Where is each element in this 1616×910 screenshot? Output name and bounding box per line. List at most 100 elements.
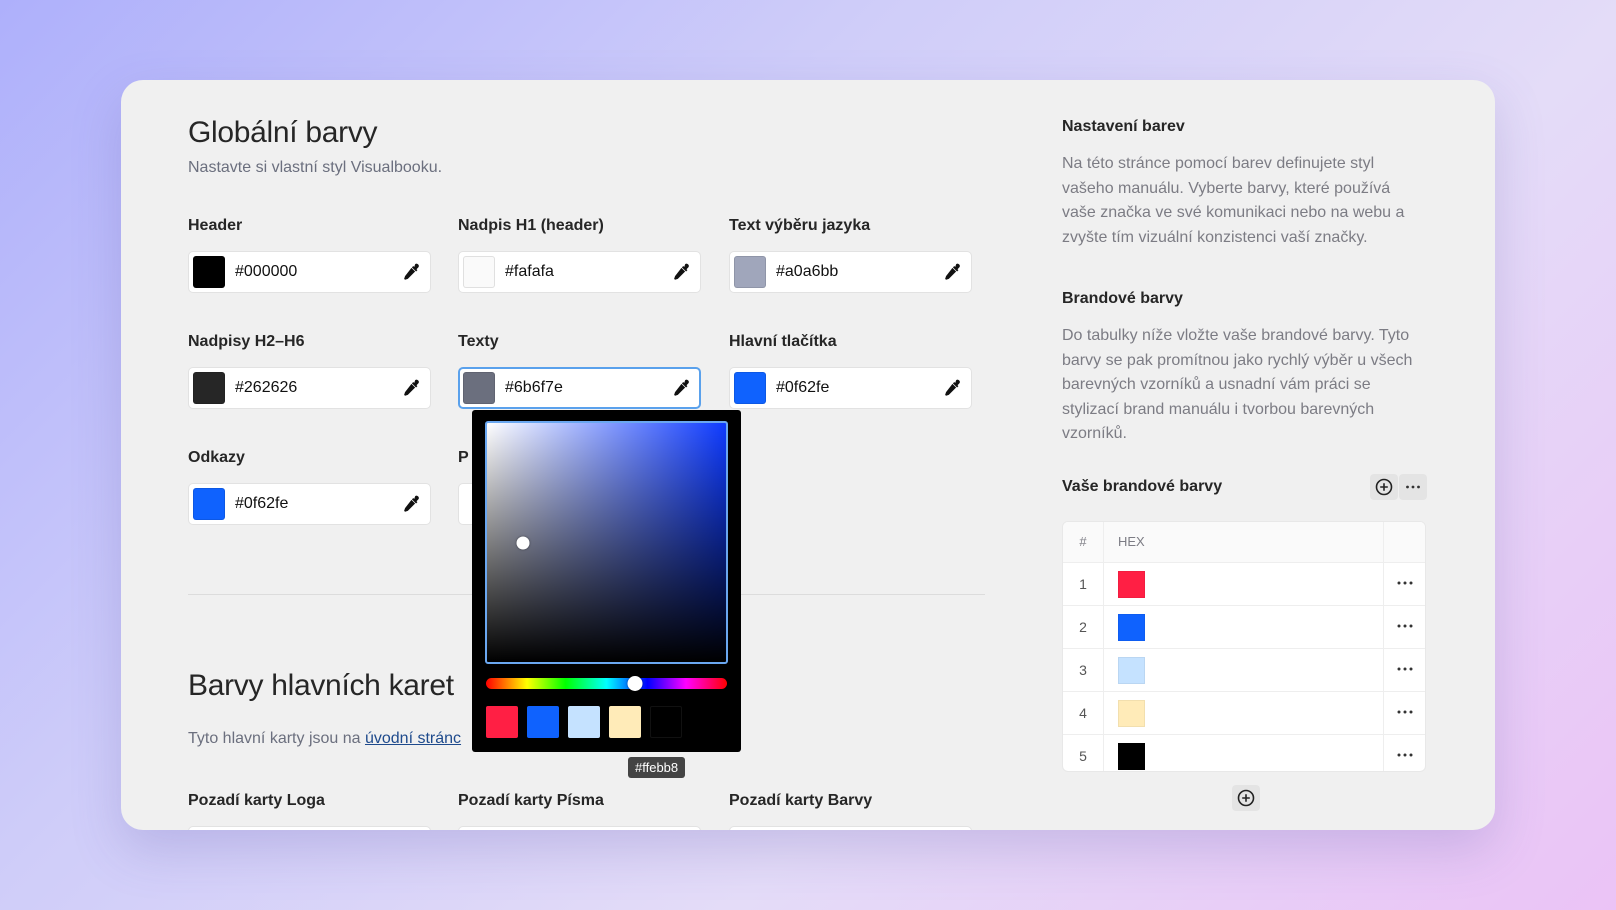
sidebar: Nastavení barev Na této stránce pomocí b… xyxy=(1062,80,1427,830)
color-input-logo-card[interactable] xyxy=(188,826,431,830)
brand-text: Do tabulky níže vložte vaše brandové bar… xyxy=(1062,327,1413,442)
row-number: 3 xyxy=(1079,662,1087,678)
table-row[interactable]: 4 xyxy=(1063,692,1425,735)
row-number: 5 xyxy=(1079,748,1087,764)
color-input-language-text[interactable]: #a0a6bb xyxy=(729,251,972,293)
more-horizontal-icon xyxy=(1406,485,1420,489)
field-label-partial: P xyxy=(458,449,469,466)
table-header-row: # HEX xyxy=(1063,522,1425,563)
table-row[interactable]: 1 xyxy=(1063,563,1425,606)
preset-swatch[interactable] xyxy=(609,706,641,738)
field-label: Header xyxy=(188,217,243,234)
color-input-main-buttons[interactable]: #0f62fe xyxy=(729,367,972,409)
settings-text: Na této stránce pomocí barev definujete … xyxy=(1062,155,1405,246)
row-number: 1 xyxy=(1079,576,1087,592)
brand-color-swatch[interactable] xyxy=(1118,657,1145,684)
hex-value[interactable]: #262626 xyxy=(235,379,297,397)
field-label: Text výběru jazyka xyxy=(729,217,871,234)
field-label: Nadpisy H2–H6 xyxy=(188,333,305,350)
color-swatch[interactable] xyxy=(193,488,225,520)
plus-circle-icon xyxy=(1375,478,1393,496)
hue-slider[interactable] xyxy=(486,676,727,691)
field-label: Pozadí karty Barvy xyxy=(729,792,873,809)
brand-table-header: Vaše brandové barvy xyxy=(1062,472,1427,502)
color-input-texts[interactable]: #6b6f7e xyxy=(458,367,701,409)
field-label: Pozadí karty Loga xyxy=(188,792,325,809)
table-row[interactable]: 3 xyxy=(1063,649,1425,692)
hex-value[interactable]: #0f62fe xyxy=(235,495,288,513)
brand-heading: Brandové barvy xyxy=(1062,290,1183,307)
table-row[interactable]: 2 xyxy=(1063,606,1425,649)
homepage-link[interactable]: úvodní stránc xyxy=(365,730,461,747)
color-picker-popup xyxy=(472,410,741,752)
brand-colors-table: # HEX 1 2 3 4 5 xyxy=(1062,521,1426,772)
row-number: 2 xyxy=(1079,619,1087,635)
subtitle-text: Tyto hlavní karty jsou na xyxy=(188,730,365,747)
add-color-button[interactable] xyxy=(1370,474,1398,500)
color-field-texts: Texty #6b6f7e xyxy=(458,333,701,409)
row-number: 4 xyxy=(1079,705,1087,721)
color-swatch[interactable] xyxy=(463,372,495,404)
eyedropper-icon[interactable] xyxy=(400,261,422,283)
more-horizontal-icon[interactable] xyxy=(1383,659,1426,679)
color-input-h1[interactable]: #fafafa xyxy=(458,251,701,293)
preset-swatch[interactable] xyxy=(568,706,600,738)
color-input-links[interactable]: #0f62fe xyxy=(188,483,431,525)
eyedropper-icon[interactable] xyxy=(941,377,963,399)
eyedropper-icon[interactable] xyxy=(400,377,422,399)
brand-color-swatch[interactable] xyxy=(1118,614,1145,641)
color-swatch[interactable] xyxy=(734,372,766,404)
eyedropper-icon[interactable] xyxy=(670,377,692,399)
more-horizontal-icon[interactable] xyxy=(1383,616,1426,636)
saturation-handle[interactable] xyxy=(516,536,530,549)
field-label: Nadpis H1 (header) xyxy=(458,217,604,234)
hex-value[interactable]: #a0a6bb xyxy=(776,263,838,281)
color-swatch[interactable] xyxy=(734,256,766,288)
hex-value[interactable]: #6b6f7e xyxy=(505,379,563,397)
eyedropper-icon[interactable] xyxy=(670,261,692,283)
preset-swatch[interactable] xyxy=(527,706,559,738)
color-input-headings[interactable]: #262626 xyxy=(188,367,431,409)
color-input-colors-card[interactable] xyxy=(729,826,972,830)
settings-card: Globální barvy Nastavte si vlastní styl … xyxy=(121,80,1495,830)
saturation-value-area[interactable] xyxy=(485,421,728,664)
field-label: Hlavní tlačítka xyxy=(729,333,837,350)
eyedropper-icon[interactable] xyxy=(400,493,422,515)
color-swatch[interactable] xyxy=(193,372,225,404)
eyedropper-icon[interactable] xyxy=(941,261,963,283)
color-field-links: Odkazy #0f62fe xyxy=(188,449,431,525)
color-swatch[interactable] xyxy=(463,256,495,288)
add-row-button[interactable] xyxy=(1232,785,1260,811)
cards-section-title: Barvy hlavních karet xyxy=(188,669,454,702)
page-subtitle: Nastavte si vlastní styl Visualbooku. xyxy=(188,159,443,176)
color-swatch[interactable] xyxy=(193,256,225,288)
hex-value[interactable]: #0f62fe xyxy=(776,379,829,397)
page-title: Globální barvy xyxy=(188,116,378,149)
table-row[interactable]: 5 xyxy=(1063,735,1426,771)
brand-color-swatch[interactable] xyxy=(1118,700,1145,727)
settings-heading: Nastavení barev xyxy=(1062,118,1185,135)
table-more-button[interactable] xyxy=(1399,474,1427,500)
more-horizontal-icon[interactable] xyxy=(1383,573,1426,593)
column-hex: HEX xyxy=(1118,534,1145,549)
brand-table-title: Vaše brandové barvy xyxy=(1062,478,1223,495)
color-input-fonts-card[interactable] xyxy=(458,826,701,830)
swatch-tooltip: #ffebb8 xyxy=(628,757,686,778)
color-field-colors-card: Pozadí karty Barvy xyxy=(729,792,972,830)
column-number: # xyxy=(1079,534,1087,549)
color-field-fonts-card: Pozadí karty Písma xyxy=(458,792,701,830)
brand-color-swatch[interactable] xyxy=(1118,571,1145,598)
cards-section-subtitle: Tyto hlavní karty jsou na úvodní stránc xyxy=(188,730,461,748)
preset-swatch[interactable] xyxy=(486,706,518,738)
more-horizontal-icon[interactable] xyxy=(1383,745,1426,765)
hue-handle[interactable] xyxy=(627,676,643,691)
color-input-header[interactable]: #000000 xyxy=(188,251,431,293)
color-field-logo-card: Pozadí karty Loga xyxy=(188,792,431,830)
hex-value[interactable]: #fafafa xyxy=(505,263,554,281)
color-field-h1: Nadpis H1 (header) #fafafa xyxy=(458,217,701,293)
more-horizontal-icon[interactable] xyxy=(1383,702,1426,722)
brand-color-swatch[interactable] xyxy=(1118,743,1145,770)
hex-value[interactable]: #000000 xyxy=(235,263,297,281)
preset-swatch[interactable] xyxy=(650,706,682,738)
plus-circle-icon xyxy=(1237,789,1255,807)
